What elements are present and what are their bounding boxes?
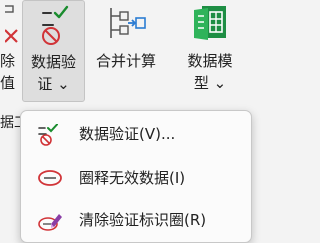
data-model-label-line2: 型: [193, 74, 209, 92]
ribbon: 除 值 数据验 证 ⌄ 合并计算 数据模 型 ⌄: [0, 0, 254, 112]
data-model-icon: [190, 2, 230, 48]
data-validation-dropdown-menu: 数据验证(V)... 圈释无效数据(I) 清除验证标识圈(R): [20, 110, 252, 243]
data-model-button[interactable]: 数据模 型 ⌄: [168, 0, 252, 106]
data-validation-label-line2: 证: [37, 75, 53, 93]
chevron-down-icon: ⌄: [57, 75, 70, 93]
menu-item-label: 数据验证(V)...: [79, 125, 176, 143]
remove-duplicates-label-line2: 值: [0, 74, 16, 92]
consolidate-label: 合并计算: [95, 52, 156, 70]
menu-item-data-validation[interactable]: 数据验证(V)...: [21, 115, 251, 153]
remove-duplicates-icon: [0, 4, 21, 50]
menu-item-label: 圈释无效数据(I): [79, 169, 186, 187]
menu-item-circle-invalid-data[interactable]: 圈释无效数据(I): [21, 159, 251, 197]
remove-duplicates-button-partial[interactable]: 除 值: [0, 0, 18, 106]
data-model-label-line1: 数据模: [187, 52, 233, 70]
menu-item-clear-validation-circles[interactable]: 清除验证标识圈(R): [21, 201, 251, 239]
data-validation-icon: [33, 5, 75, 53]
circle-invalid-icon: [37, 168, 63, 192]
data-validation-button[interactable]: 数据验 证 ⌄: [22, 0, 85, 102]
data-validation-icon: [37, 123, 61, 150]
clear-circles-icon: [37, 210, 63, 236]
data-validation-label-line1: 数据验: [30, 53, 76, 71]
menu-item-label: 清除验证标识圈(R): [79, 211, 207, 229]
remove-duplicates-label-line1: 除: [0, 52, 16, 70]
consolidate-button[interactable]: 合并计算: [88, 0, 164, 106]
chevron-down-icon: ⌄: [213, 74, 227, 92]
consolidate-icon: [106, 6, 146, 46]
